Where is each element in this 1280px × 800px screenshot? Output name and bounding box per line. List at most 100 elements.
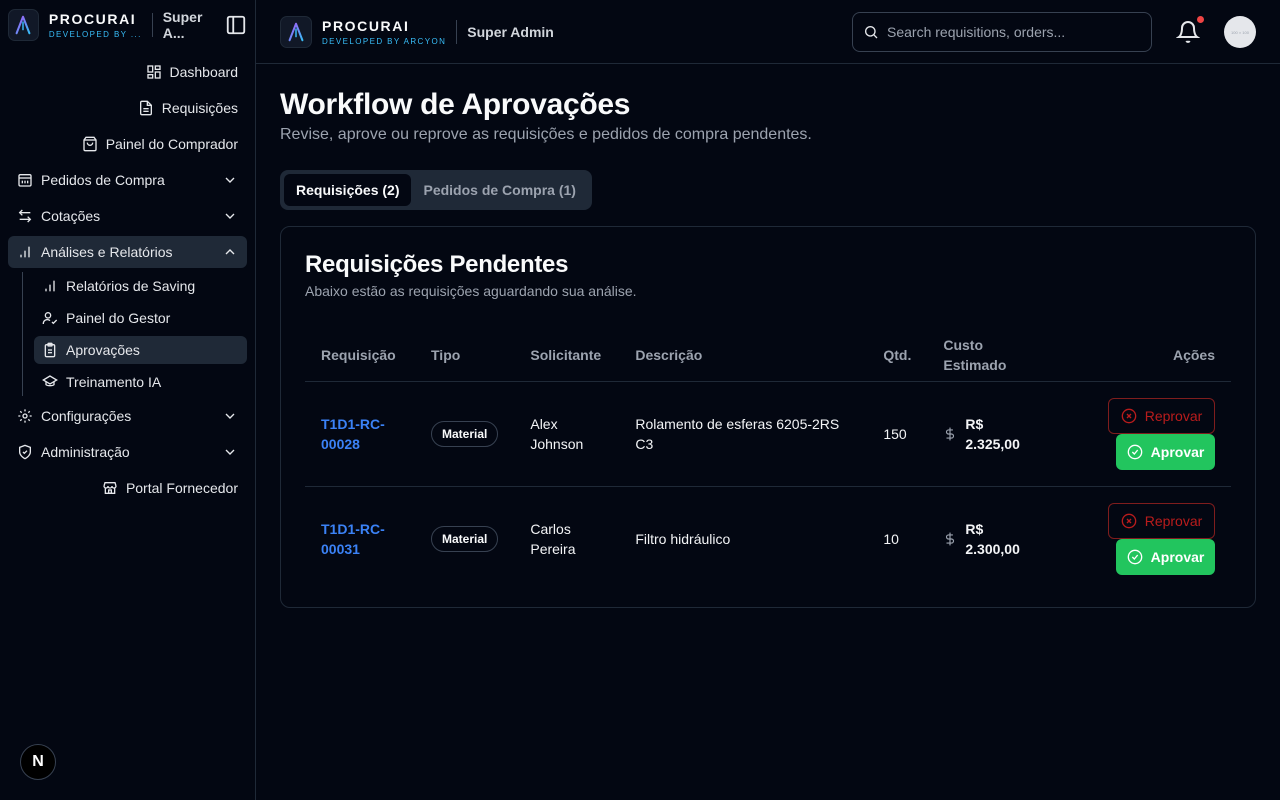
approve-button[interactable]: Aprovar [1116, 433, 1215, 470]
requisitions-table: Requisição Tipo Solicitante Descrição Qt… [305, 329, 1231, 591]
file-icon [138, 100, 154, 116]
divider [456, 19, 458, 44]
tab-requisicoes[interactable]: Requisições (2) [284, 174, 412, 206]
sidebar-header: PROCURAI DEVELOPED BY ... Super A... [0, 0, 255, 50]
search-input[interactable]: Search requisitions, orders... [852, 12, 1152, 52]
approve-button[interactable]: Aprovar [1116, 538, 1215, 575]
requisition-link[interactable]: T1D1-RC-00031 [321, 519, 391, 559]
shopping-bag-icon [82, 136, 98, 152]
sidebar-subitem-label: Painel do Gestor [66, 310, 171, 326]
sidebar-item-dashboard[interactable]: Dashboard [8, 56, 247, 88]
sidebar-item-label: Administração [41, 444, 130, 460]
type-badge: Material [431, 420, 499, 447]
approve-label: Aprovar [1150, 443, 1205, 460]
brand-subtitle: DEVELOPED BY ... [48, 30, 142, 39]
check-circle-icon [1127, 444, 1143, 460]
role-label: Super Admin [467, 23, 554, 40]
cell-tipo: Material [415, 486, 514, 591]
cell-qtd: 10 [883, 530, 899, 547]
bar-chart-icon [42, 278, 58, 294]
cell-requisicao: T1D1-RC-00028 [305, 381, 415, 487]
cell-descricao: Filtro hidráulico [635, 530, 731, 547]
arrows-icon [17, 208, 33, 224]
sidebar-item-configuracoes[interactable]: Configurações [8, 400, 247, 432]
nextjs-badge[interactable]: N [20, 744, 56, 780]
row-actions: Reprovar Aprovar [1067, 502, 1215, 575]
check-circle-icon [1127, 549, 1143, 565]
sidebar-item-label: Análises e Relatórios [41, 244, 173, 260]
tab-pedidos-compra[interactable]: Pedidos de Compra (1) [411, 174, 587, 206]
table-row: T1D1-RC-00031 Material Carlos Pereira Fi… [305, 486, 1231, 591]
bell-icon[interactable] [1175, 20, 1201, 44]
dashboard-icon [146, 64, 162, 80]
cell-descricao: Rolamento de esferas 6205-2RS C3 [619, 381, 868, 487]
sidebar-subitem-treinamento[interactable]: Treinamento IA [34, 368, 247, 396]
requisition-link[interactable]: T1D1-RC-00028 [321, 414, 391, 454]
sidebar-item-pedidos[interactable]: Pedidos de Compra [8, 164, 247, 196]
reject-label: Reprovar [1144, 512, 1203, 529]
table-row: T1D1-RC-00028 Material Alex Johnson Rola… [305, 381, 1231, 487]
bar-chart-icon [17, 244, 33, 260]
graduation-cap-icon [42, 374, 58, 390]
sidebar-item-label: Pedidos de Compra [41, 172, 165, 188]
col-descricao: Descrição [619, 329, 868, 382]
row-actions: Reprovar Aprovar [1067, 397, 1215, 470]
sidebar: PROCURAI DEVELOPED BY ... Super A... Das… [0, 0, 256, 800]
cost-value: R$ 2.325,00 [943, 414, 1035, 454]
calendar-icon [17, 172, 33, 188]
cell-acoes: Reprovar Aprovar [1051, 381, 1231, 487]
clipboard-icon [42, 342, 58, 358]
sidebar-item-portal-fornecedor[interactable]: Portal Fornecedor [8, 472, 247, 504]
col-requisicao: Requisição [305, 329, 415, 382]
sidebar-item-administracao[interactable]: Administração [8, 436, 247, 468]
role-label: Super A... [162, 9, 203, 41]
page-title: Workflow de Aprovações [280, 88, 631, 121]
chevron-down-icon [222, 208, 238, 224]
reject-button[interactable]: Reprovar [1108, 502, 1215, 539]
avatar[interactable]: 100 × 100 [1224, 16, 1256, 48]
col-tipo: Tipo [415, 329, 515, 382]
search-icon [863, 24, 879, 40]
sidebar-toggle-icon[interactable] [225, 14, 247, 36]
sidebar-item-painel-comprador[interactable]: Painel do Comprador [8, 128, 247, 160]
cell-acoes: Reprovar Aprovar [1051, 486, 1231, 591]
dollar-icon [943, 426, 957, 442]
brand-name: PROCURAI [322, 17, 410, 34]
chevron-down-icon [222, 444, 238, 460]
sidebar-submenu: Relatórios de Saving Painel do Gestor Ap… [22, 272, 247, 396]
sidebar-item-label: Cotações [41, 208, 101, 224]
sidebar-subitem-saving[interactable]: Relatórios de Saving [34, 272, 247, 300]
notification-dot [1197, 16, 1204, 23]
tab-list: Requisições (2) Pedidos de Compra (1) [280, 170, 592, 210]
cell-qtd: 150 [867, 381, 928, 487]
sidebar-subitem-label: Treinamento IA [66, 374, 162, 390]
cost-value: R$ 2.300,00 [943, 519, 1035, 559]
page-subtitle: Revise, aprove ou reprove as requisições… [280, 126, 812, 143]
dollar-icon [943, 531, 957, 547]
x-circle-icon [1121, 513, 1137, 529]
sidebar-item-analises[interactable]: Análises e Relatórios [8, 236, 247, 268]
user-check-icon [42, 310, 58, 326]
store-icon [102, 480, 118, 496]
sidebar-item-cotacoes[interactable]: Cotações [8, 200, 247, 232]
approve-label: Aprovar [1150, 548, 1205, 565]
search-placeholder: Search requisitions, orders... [887, 24, 1066, 40]
cell-tipo: Material [415, 381, 515, 487]
logo-icon [280, 15, 312, 48]
sidebar-subitem-gestor[interactable]: Painel do Gestor [34, 304, 247, 332]
reject-button[interactable]: Reprovar [1108, 397, 1215, 434]
gear-icon [17, 408, 33, 424]
sidebar-item-label: Dashboard [169, 64, 239, 80]
sidebar-item-requisicoes[interactable]: Requisições [8, 92, 247, 124]
chevron-down-icon [222, 172, 238, 188]
brand-name: PROCURAI [48, 11, 137, 27]
type-badge: Material [431, 525, 499, 552]
divider [151, 13, 153, 37]
sidebar-subitem-aprovacoes[interactable]: Aprovações [34, 336, 247, 364]
requester-name: Alex Johnson [530, 415, 584, 452]
chevron-up-icon [222, 244, 238, 260]
sidebar-item-label: Portal Fornecedor [125, 480, 238, 496]
brand: PROCURAI DEVELOPED BY ... [49, 11, 142, 39]
sidebar-subitem-label: Relatórios de Saving [66, 278, 196, 294]
brand: PROCURAI DEVELOPED BY ARCYON [322, 18, 446, 46]
